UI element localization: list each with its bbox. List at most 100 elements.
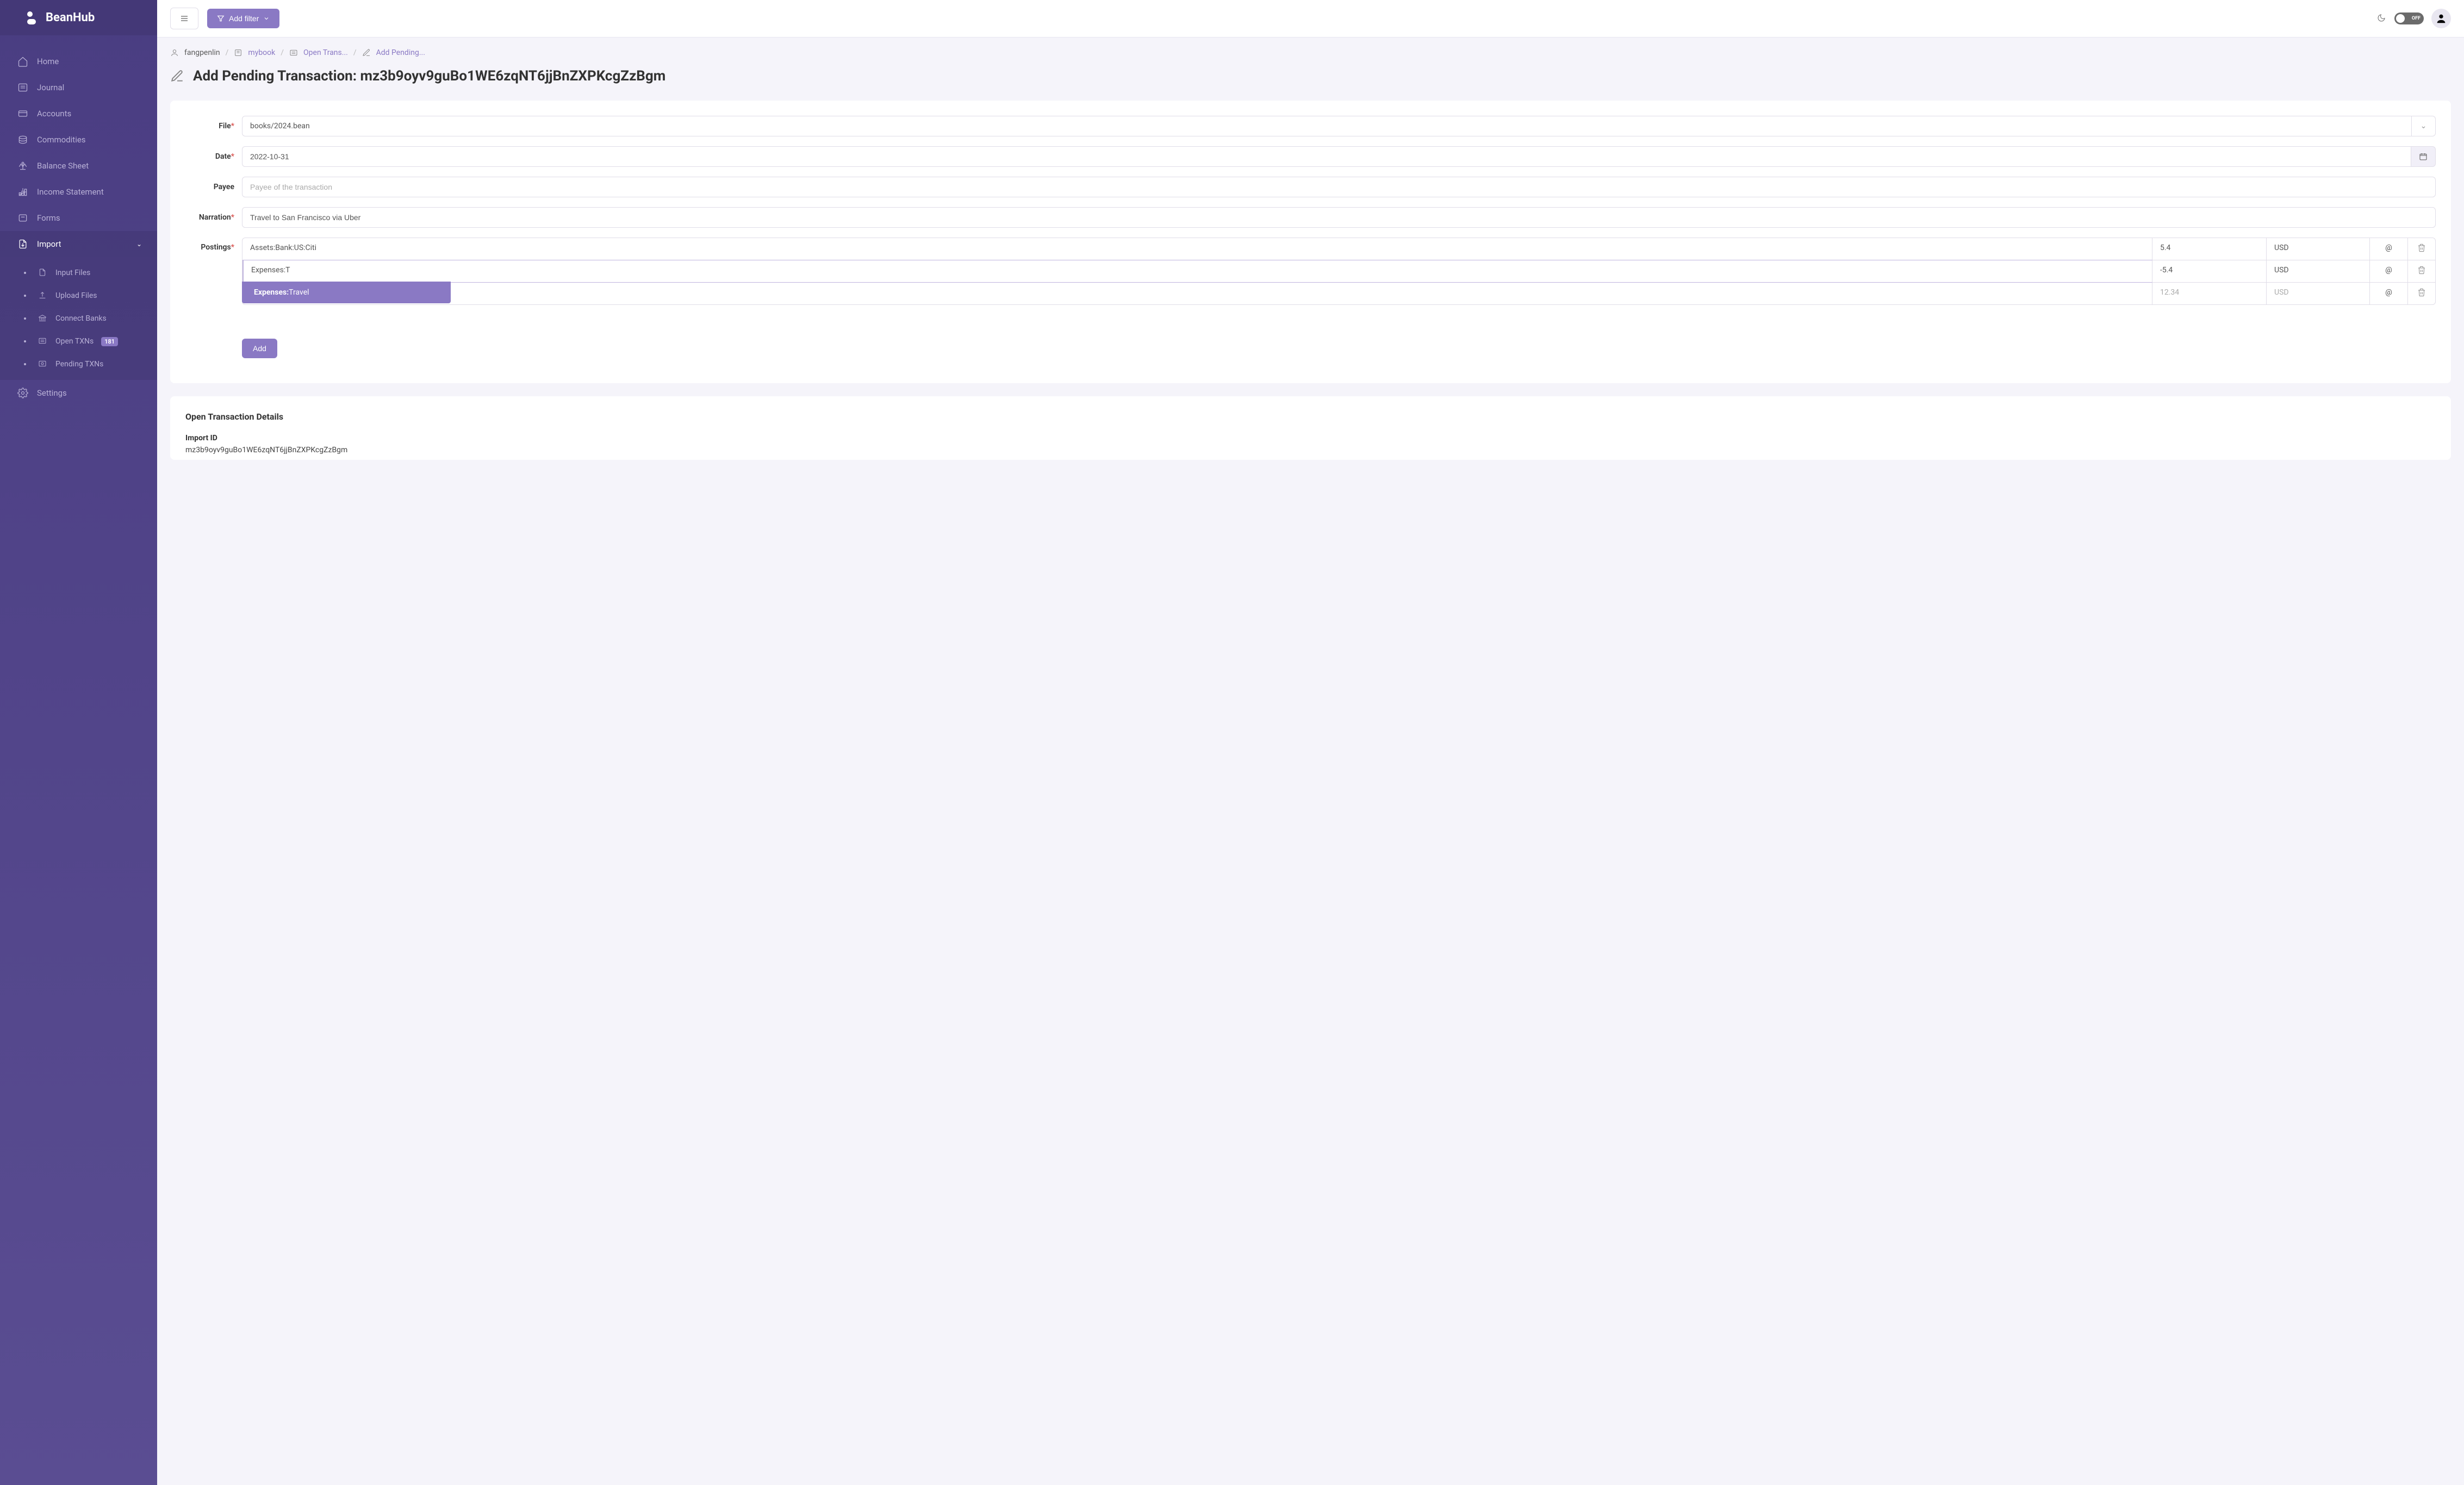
breadcrumb-open-trans[interactable]: Open Trans...	[303, 48, 348, 57]
breadcrumb-sep: /	[281, 48, 284, 57]
posting-delete-button[interactable]	[2408, 238, 2435, 260]
trash-icon	[2417, 266, 2426, 274]
posting-account-input[interactable]: Expenses:T	[242, 260, 2152, 283]
postings-table: Assets:Bank:US:Citi 5.4 USD @ Expenses:T…	[242, 238, 2436, 305]
add-posting-button[interactable]: Add	[242, 339, 277, 358]
edit-icon	[170, 69, 184, 83]
date-input[interactable]	[242, 146, 2411, 167]
nav-forms[interactable]: Forms	[0, 205, 157, 231]
posting-price-button[interactable]: @	[2370, 260, 2408, 282]
file-label: File*	[185, 122, 234, 130]
nav-settings[interactable]: Settings	[0, 380, 157, 406]
nav-label: Income Statement	[37, 187, 104, 197]
user-icon	[170, 48, 179, 57]
trash-icon	[2417, 244, 2426, 252]
file-select[interactable]: books/2024.bean ⌄	[242, 116, 2436, 136]
posting-currency-input[interactable]: USD	[2267, 283, 2370, 304]
subnav-input-files[interactable]: Input Files	[0, 261, 157, 284]
file-value: books/2024.bean	[242, 116, 2411, 136]
posting-price-button[interactable]: @	[2370, 238, 2408, 260]
nav-home[interactable]: Home	[0, 48, 157, 74]
open-txns-badge: 181	[101, 337, 118, 346]
form-card: File* books/2024.bean ⌄ Date*	[170, 101, 2451, 383]
chevron-down-icon	[263, 15, 270, 22]
trash-icon	[2417, 288, 2426, 297]
logo[interactable]: BeanHub	[0, 0, 157, 35]
posting-delete-button[interactable]	[2408, 283, 2435, 304]
add-filter-label: Add filter	[229, 14, 259, 23]
posting-currency-input[interactable]: USD	[2267, 260, 2370, 282]
nav-label: Home	[37, 57, 59, 66]
commodities-icon	[17, 134, 28, 145]
posting-delete-button[interactable]	[2408, 260, 2435, 282]
breadcrumb-sep: /	[353, 48, 357, 57]
import-submenu: Input Files Upload Files Connect Banks O…	[0, 257, 157, 380]
chevron-down-icon: ⌄	[136, 240, 142, 248]
import-id-value: mz3b9oyv9guBo1WE6zqNT6jjBnZXPKcgZzBgm	[185, 446, 2436, 454]
subnav-upload-files[interactable]: Upload Files	[0, 284, 157, 307]
toggle-label: OFF	[2412, 16, 2421, 21]
home-icon	[17, 56, 28, 67]
edit-icon	[362, 48, 371, 57]
posting-row: Expenses:T -5.4 USD @	[242, 260, 2435, 283]
breadcrumb: fangpenlin / mybook / Open Trans... / Ad…	[170, 48, 2451, 57]
nav-balance-sheet[interactable]: Balance Sheet	[0, 153, 157, 179]
moon-icon	[2377, 14, 2387, 23]
posting-price-button[interactable]: @	[2370, 283, 2408, 304]
breadcrumb-user[interactable]: fangpenlin	[184, 48, 220, 57]
posting-account-input[interactable]	[242, 283, 2152, 304]
subnav-pending-txns[interactable]: Pending TXNs	[0, 353, 157, 376]
nav-income-statement[interactable]: Income Statement	[0, 179, 157, 205]
nav-label: Settings	[37, 388, 67, 398]
nav-label: Journal	[37, 83, 64, 92]
posting-account-input[interactable]: Assets:Bank:US:Citi	[242, 238, 2152, 260]
posting-currency-input[interactable]: USD	[2267, 238, 2370, 260]
autocomplete-rest: Travel	[289, 288, 309, 297]
gear-icon	[17, 388, 28, 398]
posting-row: Assets:Bank:US:Citi 5.4 USD @	[242, 238, 2435, 260]
main: Add filter OFF fangpenlin / mybook /	[157, 0, 2464, 1485]
nav-accounts[interactable]: Accounts	[0, 101, 157, 127]
breadcrumb-book[interactable]: mybook	[248, 48, 275, 57]
date-row: Date*	[185, 146, 2436, 167]
brand-name: BeanHub	[46, 11, 95, 24]
topbar: Add filter OFF	[157, 0, 2464, 38]
add-filter-button[interactable]: Add filter	[207, 9, 279, 28]
posting-row-empty: 12.34 USD @	[242, 283, 2435, 304]
details-card: Open Transaction Details Import ID mz3b9…	[170, 396, 2451, 460]
forms-icon	[17, 213, 28, 223]
subnav-connect-banks[interactable]: Connect Banks	[0, 307, 157, 330]
import-icon	[17, 239, 28, 249]
chevron-down-icon: ⌄	[2411, 116, 2435, 136]
posting-amount-input[interactable]: 12.34	[2152, 283, 2267, 304]
nav: Home Journal Accounts Commodities Balanc…	[0, 48, 157, 406]
payee-label: Payee	[185, 183, 234, 191]
dark-mode-toggle[interactable]: OFF	[2394, 13, 2424, 24]
nav-label: Balance Sheet	[37, 161, 89, 171]
pending-icon	[38, 359, 48, 369]
user-icon	[2435, 13, 2447, 24]
postings-row: Postings* Assets:Bank:US:Citi 5.4 USD @	[185, 238, 2436, 358]
narration-input[interactable]	[242, 207, 2436, 228]
nav-label: Accounts	[37, 109, 71, 118]
nav-commodities[interactable]: Commodities	[0, 127, 157, 153]
payee-input[interactable]	[242, 177, 2436, 197]
user-avatar[interactable]	[2431, 9, 2451, 28]
page-title: Add Pending Transaction: mz3b9oyv9guBo1W…	[193, 68, 665, 84]
subnav-label: Open TXNs	[55, 337, 94, 346]
posting-amount-input[interactable]: -5.4	[2152, 260, 2267, 282]
date-label: Date*	[185, 152, 234, 161]
nav-journal[interactable]: Journal	[0, 74, 157, 101]
menu-toggle-button[interactable]	[170, 8, 198, 29]
subnav-open-txns[interactable]: Open TXNs 181	[0, 330, 157, 353]
book-icon	[234, 48, 242, 57]
balance-icon	[17, 160, 28, 171]
breadcrumb-sep: /	[226, 48, 229, 57]
posting-amount-input[interactable]: 5.4	[2152, 238, 2267, 260]
import-id-label: Import ID	[185, 434, 2436, 442]
file-row: File* books/2024.bean ⌄	[185, 116, 2436, 136]
date-picker-button[interactable]	[2411, 146, 2436, 167]
nav-import[interactable]: Import ⌄	[0, 231, 157, 257]
nav-label: Forms	[37, 213, 60, 223]
autocomplete-item[interactable]: Expenses:Travel	[242, 282, 451, 303]
